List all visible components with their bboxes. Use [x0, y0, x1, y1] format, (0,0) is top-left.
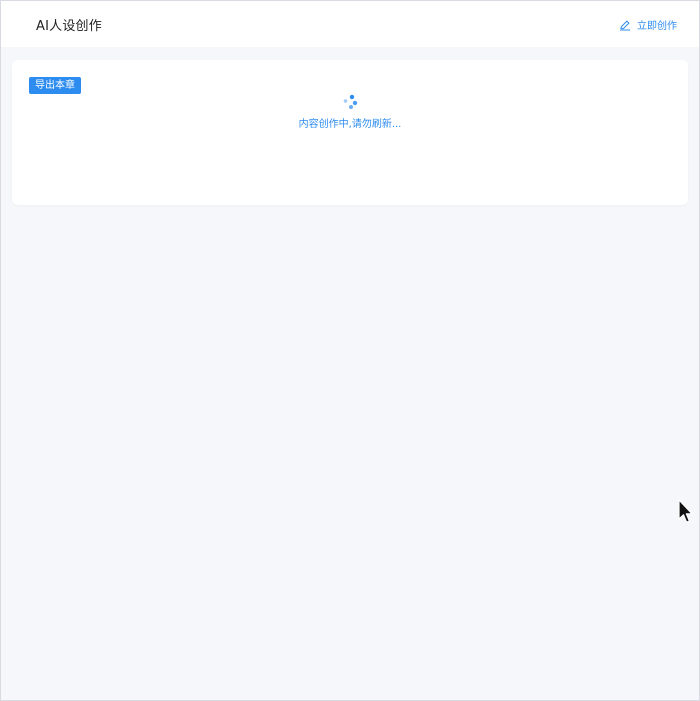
chapter-content-card: 导出本章 内容创作中,请勿刷新...	[12, 60, 688, 205]
export-chapter-button[interactable]: 导出本章	[29, 77, 81, 94]
loading-text: 内容创作中,请勿刷新...	[298, 119, 402, 130]
app-window: AI人设创作 立即创作 导出本章 内容创作中,请勿刷新...	[0, 0, 700, 701]
loading-spinner-icon	[343, 94, 358, 109]
loading-indicator: 内容创作中,请勿刷新...	[12, 94, 688, 130]
mouse-cursor-icon	[677, 499, 693, 529]
edit-pen-icon	[619, 19, 631, 31]
create-now-button[interactable]: 立即创作	[619, 17, 677, 32]
page-title: AI人设创作	[36, 19, 102, 34]
top-header: AI人设创作 立即创作	[1, 1, 699, 47]
create-now-label: 立即创作	[637, 21, 677, 32]
